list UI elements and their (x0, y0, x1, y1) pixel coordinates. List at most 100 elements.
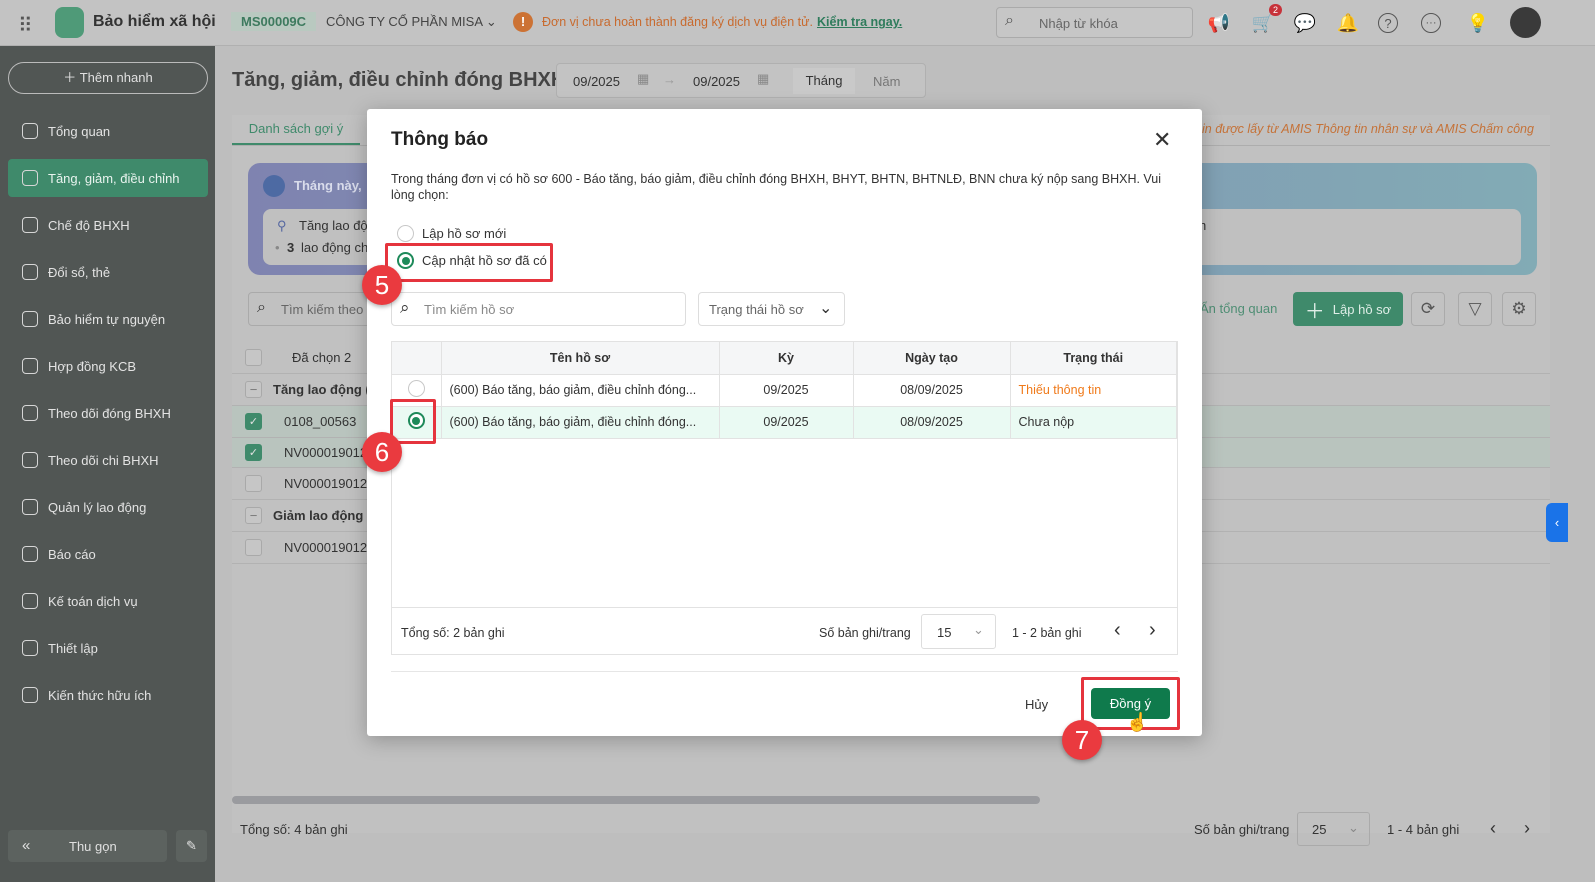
settings-icon[interactable]: ⚙ (1502, 292, 1536, 326)
annotation-step7-badge: 7 (1062, 720, 1102, 760)
close-icon[interactable]: ✕ (1153, 127, 1171, 153)
sidebar-item-track-spend[interactable]: Theo dõi chi BHXH (8, 441, 208, 479)
sidebar-item-shield-check[interactable]: Bảo hiểm tự nguyện (8, 300, 208, 338)
date-range-picker[interactable]: 09/2025 ▦ → 09/2025 ▦ Tháng Năm (556, 63, 926, 98)
dialog-per-page-label: Số bản ghi/trang (819, 626, 911, 640)
table-row[interactable]: (600) Báo tăng, báo giảm, điều chỉnh đón… (392, 406, 1177, 439)
bell-icon[interactable]: 🔔 (1335, 10, 1361, 36)
period-month-tab[interactable]: Tháng (793, 68, 855, 94)
radio-icon[interactable] (397, 225, 414, 242)
main-per-page-select[interactable]: 25 ⌄ (1297, 812, 1370, 846)
row-code: NV000019012 (284, 540, 368, 555)
collapse-group-icon[interactable]: − (245, 381, 262, 398)
chevron-down-icon: ⌄ (819, 300, 833, 317)
row-code: NV000019012 (284, 445, 368, 460)
row-checkbox[interactable]: ✓ (245, 413, 262, 430)
refresh-icon[interactable]: ⟳ (1411, 292, 1445, 326)
sidebar-item-contract[interactable]: Hợp đồng KCB (8, 347, 208, 385)
sidebar-item-report[interactable]: Báo cáo (8, 535, 208, 573)
calendar-icon[interactable]: ▦ (637, 71, 649, 87)
avatar[interactable] (1510, 7, 1541, 38)
sidebar-item-cards[interactable]: Đổi sổ, thẻ (8, 253, 208, 291)
lightbulb-icon[interactable]: 💡 (1465, 10, 1491, 36)
bot-icon (263, 175, 285, 197)
cancel-button[interactable]: Hủy (1025, 697, 1048, 712)
row-checkbox[interactable] (245, 539, 262, 556)
next-page-icon[interactable]: › (1524, 818, 1530, 839)
horizontal-scrollbar[interactable] (232, 796, 1040, 804)
double-chevron-left-icon: « (22, 837, 31, 854)
column-header: Tên hồ sơ (441, 342, 720, 375)
megaphone-icon[interactable]: 📢 (1206, 10, 1232, 36)
side-panel-toggle-icon[interactable]: ‹ (1546, 503, 1568, 542)
chevron-down-icon: ⌄ (973, 622, 984, 637)
main-per-page-value: 25 (1312, 822, 1327, 837)
sidebar-item-label: Tổng quan (48, 123, 111, 139)
app-grid-icon[interactable]: ⠿ (18, 13, 33, 38)
main-search-input[interactable]: ⌕ Tìm kiếm theo (248, 292, 378, 326)
filter-icon[interactable]: ▽ (1458, 292, 1492, 326)
annotation-step6-badge: 6 (362, 432, 402, 472)
row-code: NV000019012 (284, 476, 368, 491)
table-row[interactable]: (600) Báo tăng, báo giảm, điều chỉnh đón… (392, 374, 1177, 407)
edit-icon[interactable]: ✎ (176, 830, 207, 862)
dialog-per-page-select[interactable]: 15 ⌄ (921, 614, 996, 649)
collapse-group-icon[interactable]: − (245, 507, 262, 524)
record-name: (600) Báo tăng, báo giảm, điều chỉnh đón… (441, 406, 720, 439)
sidebar-item-track-pay[interactable]: Theo dõi đóng BHXH (8, 394, 208, 432)
record-created: 08/09/2025 (853, 406, 1011, 439)
sidebar-item-shield[interactable]: Chế độ BHXH (8, 206, 208, 244)
select-all-checkbox[interactable] (245, 349, 262, 366)
collapse-label: Thu gọn (69, 839, 117, 854)
search-icon: ⌕ (400, 298, 410, 317)
collapse-sidebar-button[interactable]: « Thu gọn (8, 830, 167, 862)
sidebar-item-user-plus[interactable]: Tăng, giảm, điều chỉnh (8, 159, 208, 197)
calendar-icon[interactable]: ▦ (757, 71, 769, 87)
annotation-step5-badge: 5 (362, 265, 402, 305)
track-spend-icon (22, 452, 38, 468)
period-year-tab[interactable]: Năm (873, 74, 900, 89)
shield-check-icon (22, 311, 38, 327)
report-icon (22, 546, 38, 562)
option-new-label: Lập hồ sơ mới (422, 226, 507, 241)
option-new-radio[interactable]: Lập hồ sơ mới (397, 225, 506, 242)
row-radio[interactable] (407, 380, 425, 397)
sidebar-item-accounting[interactable]: Kế toán dịch vụ (8, 582, 208, 620)
lightbulb-icon (22, 687, 38, 703)
chevron-down-icon: ⌄ (485, 14, 497, 29)
record-search-input[interactable]: ⌕ Tìm kiếm hồ sơ (391, 292, 686, 326)
prev-page-icon[interactable]: ‹ (1114, 619, 1121, 642)
header-search-input[interactable]: ⌕ Nhập từ khóa (996, 7, 1193, 38)
tab-suggestions[interactable]: Danh sách gợi ý (232, 117, 360, 145)
help-icon[interactable]: ? (1378, 13, 1398, 33)
dialog-range: 1 - 2 bản ghi (1012, 626, 1082, 640)
more-icon[interactable]: ··· (1421, 13, 1441, 33)
sidebar-item-home[interactable]: Tổng quan (8, 112, 208, 150)
quick-add-button[interactable]: ＋ Thêm nhanh (8, 62, 208, 94)
prev-page-icon[interactable]: ‹ (1490, 818, 1496, 839)
dialog-total: Tổng số: 2 bản ghi (401, 626, 505, 640)
date-from[interactable]: 09/2025 (573, 74, 620, 89)
sidebar-item-label: Theo dõi chi BHXH (48, 452, 159, 468)
warning-text: Đơn vị chưa hoàn thành đăng ký dịch vụ đ… (542, 15, 813, 29)
row-code: 0108_00563 (284, 414, 357, 429)
status-filter-select[interactable]: Trạng thái hồ sơ ⌄ (698, 292, 845, 326)
check-now-link[interactable]: Kiểm tra ngay. (817, 15, 902, 29)
sidebar-item-users[interactable]: Quản lý lao động (8, 488, 208, 526)
chat-icon[interactable]: 💬 (1292, 10, 1318, 36)
search-icon: ⌕ (1005, 12, 1014, 29)
sidebar-item-lightbulb[interactable]: Kiến thức hữu ích (8, 676, 208, 714)
row-checkbox[interactable]: ✓ (245, 444, 262, 461)
date-to[interactable]: 09/2025 (693, 74, 740, 89)
sidebar-item-settings[interactable]: Thiết lập (8, 629, 208, 667)
record-period: 09/2025 (719, 374, 854, 407)
record-search-placeholder: Tìm kiếm hồ sơ (424, 302, 515, 317)
row-checkbox[interactable] (245, 475, 262, 492)
cart-icon[interactable]: 🛒 2 (1250, 4, 1282, 36)
create-record-button[interactable]: ＋ Lập hồ sơ (1293, 292, 1403, 326)
company-selector[interactable]: CÔNG TY CỔ PHẦN MISA ⌄ (326, 14, 497, 30)
records-table: Tên hồ sơ Kỳ Ngày tạo Trạng thái (600) Báo … (391, 341, 1178, 655)
hide-overview-link[interactable]: Ẩn tổng quan (1200, 301, 1277, 316)
quick-add-label: Thêm nhanh (79, 70, 153, 85)
next-page-icon[interactable]: › (1149, 619, 1156, 642)
